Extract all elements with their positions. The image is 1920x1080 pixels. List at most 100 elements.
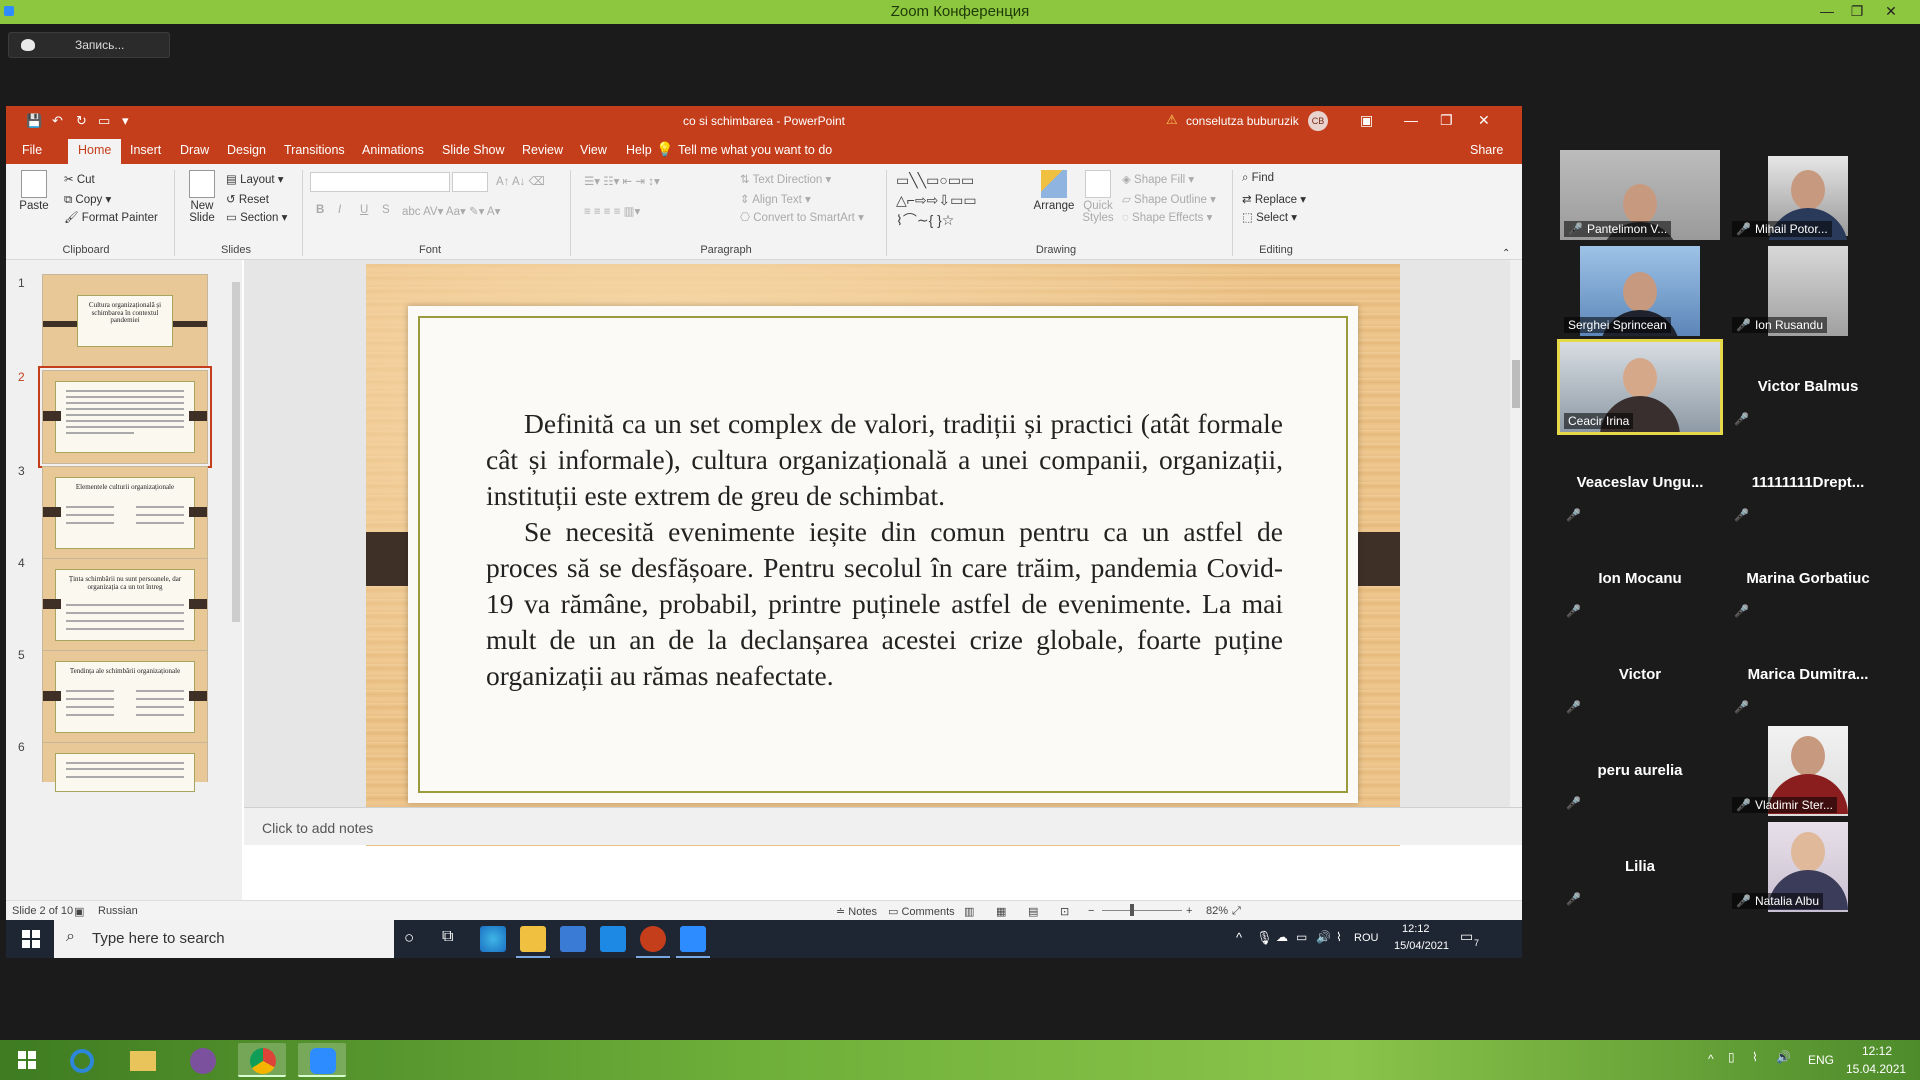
share-button[interactable]: Share [1470,143,1503,157]
zoom-slider[interactable] [1102,910,1182,911]
zoom-maximize-button[interactable]: ❐ [1842,0,1872,24]
participant-tile[interactable]: 🎤 Natalia Albu [1728,822,1888,912]
participant-tile[interactable]: Ion Mocanu 🎤 [1560,534,1720,624]
current-slide[interactable]: Definită ca un set complex de valori, tr… [366,264,1400,846]
thumbnails-scroll-thumb[interactable] [232,282,240,622]
notes-pane[interactable]: Click to add notes [244,807,1522,845]
new-slide-button[interactable]: New Slide [182,170,222,224]
powerpoint-taskbar-icon[interactable] [636,926,670,958]
zoom-close-button[interactable]: ✕ [1876,0,1906,24]
alignment-icons[interactable]: ≡ ≡ ≡ ≡ ▥▾ [584,204,640,218]
participant-tile[interactable]: Marica Dumitra... 🎤 [1728,630,1888,720]
slideshow-view-icon[interactable]: ⊡ [1060,905,1069,918]
participant-tile[interactable]: Victor 🎤 [1560,630,1720,720]
viber-icon[interactable] [178,1043,226,1077]
font-more-icons[interactable]: abc AV▾ Aa▾ ✎▾ A▾ [402,204,500,218]
participant-tile[interactable]: 🎤 Ion Rusandu [1728,246,1888,336]
participant-tile[interactable]: 11111111Drept... 🎤 [1728,438,1888,528]
tray-chevron-icon[interactable]: ^ [1236,930,1242,945]
replace-button[interactable]: ⇄ Replace ▾ [1242,192,1306,206]
input-language[interactable]: ENG [1808,1053,1834,1067]
format-painter-button[interactable]: 🖌 Format Painter [64,210,158,224]
ppt-close-button[interactable]: ✕ [1478,112,1490,129]
shape-outline-button[interactable]: ▱ Shape Outline ▾ [1122,192,1216,206]
grow-font-icon[interactable]: A↑ A↓ ⌫ [496,174,545,188]
underline-button[interactable]: U [360,204,368,216]
bold-button[interactable]: B [316,204,324,216]
tablet-icon[interactable]: ▯ [1728,1050,1735,1064]
slide-sorter-icon[interactable]: ▦ [996,905,1006,918]
participant-tile[interactable]: Victor Balmus 🎤 [1728,342,1888,432]
participant-tile-active-speaker[interactable]: Ceacir Irina [1557,339,1723,435]
tab-transitions[interactable]: Transitions [284,143,345,157]
recording-indicator[interactable]: Запись... [8,32,170,58]
slide-thumbnail-3[interactable]: Elementele culturii organizaționale [42,466,208,560]
taskbar-search-box[interactable]: ⌕ Type here to search [54,920,394,958]
tab-insert[interactable]: Insert [130,143,161,157]
cut-button[interactable]: ✂ Cut [64,172,95,186]
quick-styles-button[interactable]: Quick Styles [1078,170,1118,224]
tab-draw[interactable]: Draw [180,143,209,157]
shape-fill-button[interactable]: ◈ Shape Fill ▾ [1122,172,1194,186]
reading-view-icon[interactable]: ▤ [1028,905,1038,918]
onedrive-icon[interactable]: ☁ [1276,930,1288,944]
battery-icon[interactable]: ▭ [1296,930,1307,944]
slide-body-text[interactable]: Definită ca un set complex de valori, tr… [486,406,1283,694]
tab-slide-show[interactable]: Slide Show [442,143,505,157]
cortana-icon[interactable]: ○ [404,928,414,948]
copy-button[interactable]: ⧉ Copy ▾ [64,192,111,207]
participant-tile[interactable]: Serghei Sprincean [1560,246,1720,336]
collapse-ribbon-icon[interactable]: ⌃ [1502,248,1510,259]
align-text-button[interactable]: ⇕ Align Text ▾ [740,192,811,206]
participant-tile[interactable]: 🎤 Vladimir Ster... [1728,726,1888,816]
shadow-button[interactable]: S [382,204,390,216]
clock-date[interactable]: 15/04/2021 [1394,940,1449,952]
participant-tile[interactable]: peru aurelia 🎤 [1560,726,1720,816]
clock-time[interactable]: 12:12 [1862,1044,1892,1058]
tab-review[interactable]: Review [522,143,563,157]
spelling-icon[interactable]: ▣ [74,905,84,918]
file-explorer-icon[interactable] [516,926,550,958]
zoom-taskbar-icon[interactable] [676,926,710,958]
edge-icon[interactable] [480,926,506,952]
slide-thumbnail-6[interactable] [42,742,208,792]
task-view-icon[interactable]: ⧉ [442,928,453,946]
mail-icon[interactable] [600,926,626,952]
participant-tile[interactable]: 🎤 Pantelimon V... [1560,150,1720,240]
volume-icon[interactable]: 🔊 [1776,1050,1791,1064]
font-size-box[interactable] [452,172,488,192]
network-icon[interactable]: ⌇ [1752,1050,1758,1064]
convert-smartart-button[interactable]: ⎔ Convert to SmartArt ▾ [740,210,864,224]
input-language[interactable]: ROU [1354,932,1378,944]
participant-tile[interactable]: Veaceslav Ungu... 🎤 [1560,438,1720,528]
slide-vertical-scrollbar[interactable] [1510,260,1522,807]
ribbon-display-options-icon[interactable]: ▣ [1360,112,1373,129]
tray-chevron-icon[interactable]: ^ [1708,1052,1714,1066]
layout-button[interactable]: ▤ Layout ▾ [226,172,284,186]
zoom-slider-handle[interactable] [1130,904,1134,916]
participant-tile[interactable]: Lilia 🎤 [1560,822,1720,912]
zoom-in-icon[interactable]: + [1186,905,1192,917]
zoom-out-icon[interactable]: − [1088,905,1094,917]
notification-center-icon[interactable]: ▭ [1460,928,1473,945]
slide-thumbnail-5[interactable]: Tendința ale schimbării organizaționale [42,650,208,744]
arrange-button[interactable]: Arrange [1032,170,1076,212]
language-status[interactable]: Russian [98,905,138,917]
tab-file[interactable]: File [22,143,42,157]
tab-help[interactable]: Help [626,143,652,157]
store-icon[interactable] [560,926,586,952]
thumbnails-scrollbar[interactable] [230,266,242,886]
text-direction-button[interactable]: ⇅ Text Direction ▾ [740,172,831,186]
tab-home[interactable]: Home [68,139,122,164]
font-name-box[interactable] [310,172,450,192]
comments-toggle[interactable]: ▭ Comments [888,905,955,918]
italic-button[interactable]: I [338,204,341,216]
find-button[interactable]: ⌕ Find [1242,172,1274,185]
normal-view-icon[interactable]: ▥ [964,905,974,918]
file-explorer-icon[interactable] [118,1043,166,1077]
slide-scroll-thumb[interactable] [1512,360,1520,408]
clock-date[interactable]: 15.04.2021 [1846,1062,1906,1076]
chrome-icon[interactable] [238,1043,286,1077]
bullets-icons[interactable]: ☰▾ ☷▾ ⇤ ⇥ ↕▾ [584,174,660,188]
account-name[interactable]: conselutza buburuzik [1186,114,1299,128]
